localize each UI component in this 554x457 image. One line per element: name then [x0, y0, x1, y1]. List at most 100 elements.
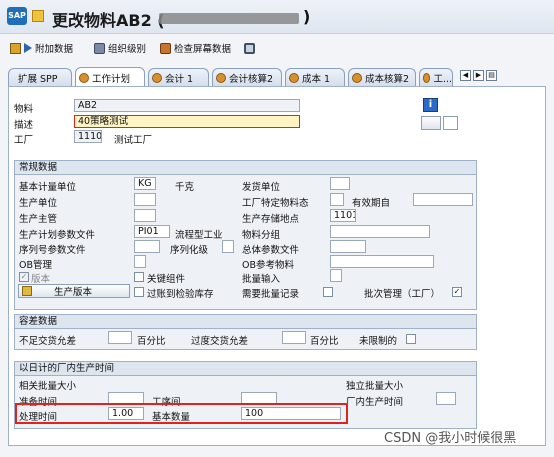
arrow-right-icon [24, 43, 32, 53]
toolbar: 附加数据 组织级别 检查屏幕数据 [0, 35, 554, 62]
document-icon[interactable] [443, 116, 458, 130]
additional-data-icon [10, 42, 21, 54]
sched-profile-field[interactable]: PI01 [134, 225, 170, 238]
tolerance-title: 容差数据 [15, 315, 476, 329]
serialization-field[interactable] [222, 240, 234, 253]
unlimited-checkbox[interactable] [406, 334, 416, 344]
check-screen-label: 检查屏幕数据 [174, 44, 232, 55]
inhouse-time-label: 厂内生产时间 [346, 397, 404, 408]
inhouse-time-title: 以日计的厂内生产时间 [15, 362, 476, 376]
folder-icon [32, 10, 44, 22]
sched-profile-label: 生产计划参数文件 [19, 230, 96, 241]
gear-icon [352, 72, 362, 83]
prod-unit-label: 生产单位 [19, 198, 58, 209]
gear-icon [423, 72, 431, 83]
tab-more[interactable]: 工... [419, 68, 453, 86]
issue-unit-label: 发货单位 [242, 182, 281, 193]
lot-dependent-label: 相关批量大小 [19, 381, 77, 392]
valid-from-field[interactable] [413, 193, 473, 206]
highlight-box [15, 403, 348, 424]
plant-status-field[interactable] [330, 193, 344, 206]
issue-unit-field[interactable] [330, 177, 350, 190]
tab-costing-2[interactable]: 成本核算2 [348, 68, 416, 86]
tab-accounting-1[interactable]: 会计 1 [148, 68, 209, 86]
batch-record-checkbox[interactable] [323, 287, 333, 297]
description-label: 描述 [14, 120, 34, 131]
tab-label: 会计核算2 [229, 73, 274, 85]
lock-button[interactable] [244, 40, 255, 56]
tab-strip: 扩展 SPP 工作计划 会计 1 会计核算2 成本 1 成本核算2 工... ◀… [8, 67, 552, 87]
gear-icon [289, 72, 299, 83]
base-uom-field[interactable]: KG [134, 177, 156, 190]
production-version-button[interactable]: 生产版本 [18, 284, 130, 298]
supervisor-label: 生产主管 [19, 214, 58, 225]
sched-profile-text: 流程型工业 [175, 230, 223, 241]
storage-loc-field[interactable]: 1101 [330, 209, 356, 222]
watermark: CSDN @我小时候很黑 [384, 431, 517, 446]
serial-profile-label: 序列号参数文件 [19, 245, 86, 256]
base-uom-label: 基本计量单位 [19, 182, 77, 193]
overall-profile-field[interactable] [330, 240, 366, 253]
page-title: 更改物料AB2 ( [52, 11, 165, 30]
info-icon[interactable]: i [423, 98, 438, 112]
tab-costing-1[interactable]: 成本 1 [285, 68, 345, 86]
glasses-icon[interactable] [421, 116, 441, 130]
check-screen-button[interactable]: 检查屏幕数据 [160, 40, 231, 56]
tab-label: 扩展 SPP [18, 73, 58, 85]
lock-icon [244, 42, 255, 54]
over-tolerance-unit: 百分比 [310, 336, 339, 347]
material-field: AB2 [74, 99, 300, 112]
production-version-label: 生产版本 [54, 287, 93, 298]
batch-mgmt-checkbox[interactable]: ✓ [452, 287, 462, 297]
batch-entry-field[interactable] [330, 269, 342, 282]
posting-inspection-checkbox[interactable] [134, 287, 144, 297]
ob-ref-field[interactable] [330, 255, 434, 268]
tab-label: 工作计划 [92, 73, 131, 85]
title-bar: SAP 更改物料AB2 ( ) [0, 0, 554, 34]
overall-profile-label: 总体参数文件 [242, 245, 300, 256]
additional-data-label: 附加数据 [35, 44, 74, 55]
version-checkbox: ✓ [19, 272, 29, 282]
serial-profile-field[interactable] [134, 240, 160, 253]
version-label: 版本 [31, 274, 51, 285]
plant-name: 测试工厂 [114, 135, 153, 146]
redacted-text [159, 13, 299, 24]
page-title-end: ) [303, 7, 311, 26]
tab-label: 会计 1 [165, 73, 194, 85]
batch-record-label: 需要批量记录 [242, 289, 300, 300]
gear-icon [152, 72, 162, 83]
tab-label: 成本核算2 [365, 73, 410, 85]
tab-accounting-2[interactable]: 会计核算2 [212, 68, 282, 86]
tab-scroll-left-icon[interactable]: ◀ [460, 70, 471, 81]
posting-inspection-label: 过账到检验库存 [147, 289, 214, 300]
sap-logo-icon: SAP [7, 7, 27, 25]
under-tolerance-field[interactable] [108, 331, 132, 344]
tab-work-plan[interactable]: 工作计划 [75, 67, 145, 87]
additional-data-button[interactable]: 附加数据 [10, 40, 73, 56]
gear-icon [79, 72, 89, 83]
storage-loc-label: 生产存储地点 [242, 214, 300, 225]
valid-from-label: 有效期自 [352, 198, 391, 209]
check-screen-icon [160, 42, 171, 54]
description-field[interactable]: 40策略测试 [74, 115, 300, 128]
key-component-label: 关键组件 [147, 274, 186, 285]
prod-unit-field[interactable] [134, 193, 156, 206]
material-group-field[interactable] [330, 225, 430, 238]
gear-icon [216, 72, 226, 83]
plant-status-label: 工厂特定物料态 [242, 198, 309, 209]
supervisor-field[interactable] [134, 209, 156, 222]
batch-entry-label: 批量输入 [242, 274, 281, 285]
tab-extend-spp[interactable]: 扩展 SPP [8, 68, 72, 86]
ob-mgmt-field[interactable] [134, 255, 146, 268]
production-version-icon [22, 286, 32, 296]
over-tolerance-field[interactable] [282, 331, 306, 344]
tab-scroll-right-icon[interactable]: ▶ [473, 70, 484, 81]
org-levels-button[interactable]: 组织级别 [94, 40, 146, 56]
org-levels-label: 组织级别 [108, 44, 147, 55]
tab-label: 成本 1 [302, 73, 331, 85]
tab-list-icon[interactable]: ▤ [486, 70, 497, 81]
inhouse-time-field[interactable] [436, 392, 456, 405]
ob-mgmt-label: OB管理 [19, 260, 52, 271]
key-component-checkbox[interactable] [134, 272, 144, 282]
lot-independent-label: 独立批量大小 [346, 381, 404, 392]
